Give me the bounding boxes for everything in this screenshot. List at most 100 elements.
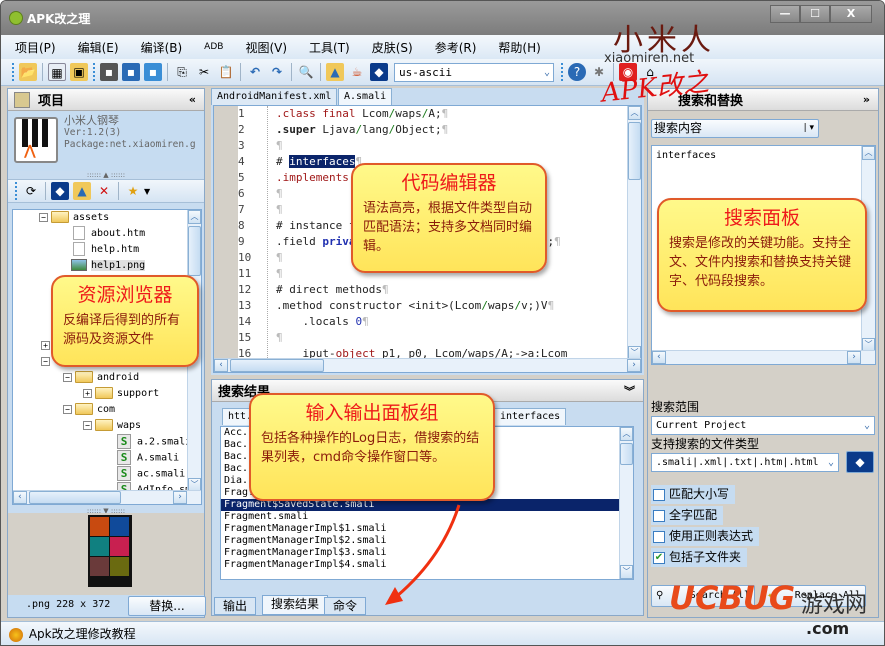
code-line[interactable]: .method constructor <init>(Lcom/waps/v;)… <box>276 298 567 314</box>
toolbar-grip[interactable] <box>561 63 563 81</box>
collapse-icon[interactable]: − <box>83 420 92 430</box>
expand-icon[interactable]: + <box>41 340 50 350</box>
collapse-icon[interactable]: − <box>63 372 72 382</box>
tree-item-file[interactable]: about.htm <box>73 226 145 242</box>
menu-project[interactable]: 项目(P) <box>15 39 56 56</box>
help-icon[interactable]: ? <box>568 63 586 81</box>
replace-image-button[interactable]: 替换... <box>128 596 206 616</box>
scroll-right-icon[interactable]: › <box>173 491 187 504</box>
option-match-case[interactable]: 匹配大小写 <box>651 485 736 504</box>
scroll-thumb[interactable] <box>188 226 201 276</box>
collapse-icon[interactable]: − <box>39 212 48 222</box>
scroll-right-icon[interactable]: › <box>847 351 861 364</box>
scroll-thumb[interactable] <box>230 359 324 372</box>
checkbox-checked[interactable]: ✔ <box>653 551 665 564</box>
checkbox[interactable] <box>653 488 665 501</box>
scroll-left-icon[interactable]: ‹ <box>13 491 27 504</box>
splitter-handle[interactable]: :::::: ▲ :::::: <box>8 171 204 179</box>
tree-item-image[interactable]: help1.png <box>71 258 146 274</box>
copy-icon[interactable]: ⎘ <box>173 63 191 81</box>
scroll-thumb[interactable] <box>29 491 121 504</box>
collapse-icon[interactable]: − <box>63 404 72 414</box>
scroll-down-icon[interactable]: ﹀ <box>620 565 633 579</box>
collapse-down-icon[interactable]: ︾ <box>624 383 635 399</box>
scroll-right-icon[interactable]: › <box>627 359 641 372</box>
results-vertical-scrollbar[interactable]: ︿ ﹀ <box>619 427 633 579</box>
tab-command[interactable]: 命令 <box>324 597 367 615</box>
editor-horizontal-scrollbar[interactable]: ‹ › <box>214 358 641 372</box>
java-icon[interactable]: ☕ <box>348 63 366 81</box>
expand-icon[interactable]: + <box>83 388 92 398</box>
delete-icon[interactable]: ✕ <box>95 182 113 200</box>
toolbar-grip[interactable] <box>12 63 14 81</box>
menu-view[interactable]: 视图(V) <box>245 39 287 56</box>
toolbar-grip[interactable] <box>93 63 95 81</box>
query-horizontal-scrollbar[interactable]: ‹ › <box>652 350 875 364</box>
result-tab-interfaces[interactable]: interfaces <box>494 408 567 425</box>
checkbox[interactable] <box>653 530 665 543</box>
collapse-left-icon[interactable]: « <box>189 93 196 106</box>
tab-androidmanifest[interactable]: AndroidManifest.xml <box>211 88 338 105</box>
redo-icon[interactable]: ↷ <box>268 63 286 81</box>
find-icon[interactable]: 🔍 <box>297 63 315 81</box>
scroll-up-icon[interactable]: ︿ <box>620 427 633 441</box>
scroll-up-icon[interactable]: ︿ <box>188 210 201 224</box>
menu-adb[interactable]: ADB <box>204 42 223 52</box>
collapse-icon[interactable]: − <box>41 356 50 366</box>
tree-item-smali[interactable]: Sa.2.smali <box>117 434 191 450</box>
scroll-up-icon[interactable]: ︿ <box>628 106 641 120</box>
build-icon[interactable]: ▲ <box>326 63 344 81</box>
scroll-left-icon[interactable]: ‹ <box>652 351 666 364</box>
menu-tools[interactable]: 工具(T) <box>309 39 350 56</box>
code-line[interactable]: .locals 0¶ <box>276 314 567 330</box>
option-include-subfolders[interactable]: ✔ 包括子文件夹 <box>651 548 748 567</box>
sign-icon[interactable]: ◆ <box>51 182 69 200</box>
save-all-icon[interactable]: ▪ <box>122 63 140 81</box>
tree-horizontal-scrollbar[interactable]: ‹ › <box>13 490 201 504</box>
filetypes-select[interactable]: .smali|.xml|.txt|.htm|.html ⌄ <box>651 453 839 472</box>
scroll-thumb[interactable] <box>628 122 641 180</box>
menu-edit[interactable]: 编辑(E) <box>78 39 119 56</box>
undo-icon[interactable]: ↶ <box>246 63 264 81</box>
close-button[interactable]: X <box>830 5 872 23</box>
encoding-select[interactable]: us-ascii ⌄ <box>394 62 554 82</box>
toolbar-grip[interactable] <box>15 182 17 200</box>
scroll-up-icon[interactable]: ︿ <box>862 146 875 160</box>
checkbox[interactable] <box>653 509 665 522</box>
editor-vertical-scrollbar[interactable]: ︿ ﹀ <box>627 106 641 360</box>
minimize-button[interactable]: — <box>770 5 800 23</box>
scope-select[interactable]: Current Project ⌄ <box>651 416 875 435</box>
paste-icon[interactable]: 📋 <box>217 63 235 81</box>
tree-item-folder[interactable]: − waps <box>83 418 141 434</box>
code-line[interactable]: .super Ljava/lang/Object;¶ <box>276 122 567 138</box>
maximize-button[interactable]: ☐ <box>800 5 830 23</box>
new-project-icon[interactable]: ▦ <box>48 63 66 81</box>
filetype-settings-button[interactable]: ◆ <box>846 451 874 473</box>
open-folder-icon[interactable]: ▲ <box>73 182 91 200</box>
code-line[interactable]: ¶ <box>276 138 567 154</box>
open-folder-icon[interactable]: 📂 <box>19 63 37 81</box>
tree-item-smali[interactable]: Sac.smali <box>117 466 185 482</box>
scroll-thumb[interactable] <box>620 443 633 465</box>
tree-item-file[interactable]: help.htm <box>73 242 139 258</box>
save-icon[interactable]: ▪ <box>100 63 118 81</box>
menu-reference[interactable]: 参考(R) <box>435 39 477 56</box>
open-project-icon[interactable]: ▣ <box>70 63 88 81</box>
menu-help[interactable]: 帮助(H) <box>498 39 540 56</box>
tree-item-folder[interactable]: − assets <box>39 210 109 226</box>
tab-search-results[interactable]: 搜索结果 <box>262 595 329 615</box>
cut-icon[interactable]: ✂ <box>195 63 213 81</box>
option-regex[interactable]: 使用正则表达式 <box>651 527 760 546</box>
tree-item-folder[interactable]: + support <box>83 386 159 402</box>
favorites-icon[interactable]: ★ <box>124 182 142 200</box>
tab-output[interactable]: 输出 <box>214 597 257 615</box>
collapse-right-icon[interactable]: » <box>863 93 870 106</box>
menu-skin[interactable]: 皮肤(S) <box>372 39 413 56</box>
refresh-icon[interactable]: ⟳ <box>22 182 40 200</box>
tree-item-folder[interactable]: − com <box>63 402 115 418</box>
menu-build[interactable]: 编译(B) <box>141 39 183 56</box>
code-line[interactable]: ¶ <box>276 330 567 346</box>
search-mode-dropdown[interactable]: 搜索内容 | ▾ <box>651 119 819 138</box>
tab-a-smali[interactable]: A.smali <box>338 88 393 105</box>
sign-icon[interactable]: ◆ <box>370 63 388 81</box>
